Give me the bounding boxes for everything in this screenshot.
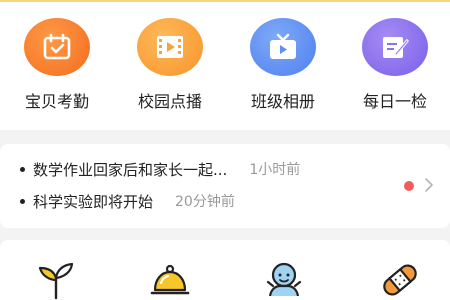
news-item[interactable]: 数学作业回家后和家长一起... 1小时前: [20, 158, 300, 180]
news-card[interactable]: [0, 144, 450, 228]
bandage-icon[interactable]: [380, 260, 420, 300]
news-item[interactable]: 科学实验即将开始 20分钟前: [20, 190, 235, 212]
quick-action-class-album[interactable]: 班级相册: [228, 18, 338, 112]
note-edit-icon: [362, 18, 428, 76]
quick-action-daily-check[interactable]: 每日一检: [340, 18, 450, 112]
bullet-icon: [20, 198, 25, 204]
quick-action-label: 校园点播: [137, 92, 202, 111]
quick-action-campus-video[interactable]: 校园点播: [115, 18, 225, 112]
bullet-icon: [20, 166, 25, 172]
food-cloche-icon[interactable]: [150, 260, 190, 300]
news-time: 1小时前: [249, 162, 301, 178]
video-film-icon: [137, 18, 203, 76]
quick-action-label: 宝贝考勤: [24, 92, 89, 111]
quick-action-label: 每日一检: [362, 92, 427, 111]
calendar-check-icon: [24, 18, 90, 76]
kid-icon[interactable]: [264, 260, 304, 300]
news-title: 数学作业回家后和家长一起...: [33, 160, 228, 179]
tv-icon: [250, 18, 316, 76]
unread-indicator: [404, 181, 414, 191]
quick-action-attendance[interactable]: 宝贝考勤: [2, 18, 112, 112]
news-time: 20分钟前: [175, 194, 235, 210]
chevron-right-icon[interactable]: [424, 177, 434, 193]
quick-action-label: 班级相册: [250, 92, 315, 111]
news-title: 科学实验即将开始: [33, 192, 154, 211]
sprout-icon[interactable]: [36, 260, 76, 300]
